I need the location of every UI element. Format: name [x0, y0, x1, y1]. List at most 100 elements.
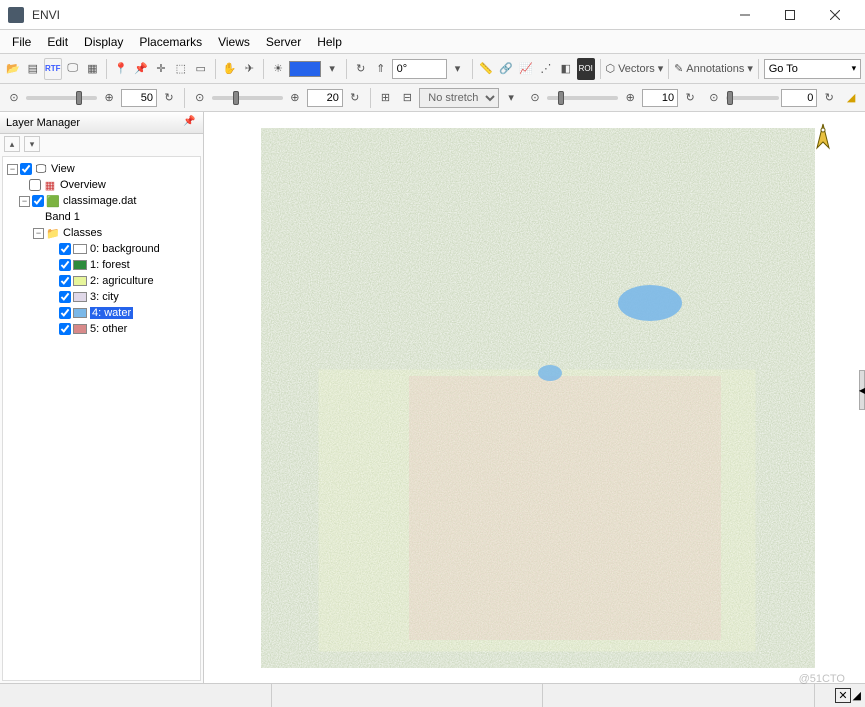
tree-node-file[interactable]: − 🟩 classimage.dat	[7, 193, 196, 209]
zoom-target2-button[interactable]: ⊕	[285, 87, 305, 109]
zoom-fit-button[interactable]: ⊙	[4, 87, 24, 109]
refresh-button-2[interactable]: ↻	[345, 87, 365, 109]
zoom-target-button[interactable]: ⊕	[99, 87, 119, 109]
collapse-icon[interactable]: −	[7, 164, 18, 175]
zoom-target3-button[interactable]: ⊕	[620, 87, 640, 109]
menu-edit[interactable]: Edit	[39, 32, 76, 52]
zoom-slider-2[interactable]	[212, 96, 283, 100]
tree-class-agriculture[interactable]: 2: agriculture	[7, 273, 196, 289]
menu-help[interactable]: Help	[309, 32, 350, 52]
data-manager-button[interactable]: ▤	[24, 58, 42, 80]
pin-button[interactable]: 📌	[132, 58, 150, 80]
zoom-slider-4[interactable]	[726, 96, 780, 100]
class-checkbox[interactable]	[59, 323, 71, 335]
zoom-fit3-button[interactable]: ⊙	[525, 87, 545, 109]
view-icon: 🖵	[34, 163, 48, 175]
separator	[668, 59, 669, 79]
collapse-icon[interactable]: −	[19, 196, 30, 207]
rotate-button[interactable]: ↻	[352, 58, 370, 80]
refresh-button-4[interactable]: ↻	[819, 87, 839, 109]
goto-input[interactable]: Go To▾	[764, 59, 861, 79]
refresh-button-3[interactable]: ↻	[680, 87, 700, 109]
class-color-swatch	[73, 324, 87, 334]
color-swatch[interactable]	[289, 61, 321, 77]
region-button[interactable]: ▭	[192, 58, 210, 80]
class-color-swatch	[73, 276, 87, 286]
refresh-button-1[interactable]: ↻	[159, 87, 179, 109]
fly-button[interactable]: ✈	[240, 58, 258, 80]
layer-tree[interactable]: − 🖵 View ▦ Overview − 🟩 classimage.dat	[2, 156, 201, 681]
close-button[interactable]	[812, 0, 857, 30]
tree-class-forest[interactable]: 1: forest	[7, 257, 196, 273]
close-small-icon[interactable]: ✕	[835, 688, 850, 703]
tree-node-classes[interactable]: − 📁 Classes	[7, 225, 196, 241]
class-checkbox[interactable]	[59, 291, 71, 303]
rotation-dropdown[interactable]: ▾	[449, 58, 467, 80]
stretch-dropdown[interactable]: ▾	[501, 87, 521, 109]
menu-server[interactable]: Server	[258, 32, 309, 52]
tree-class-other[interactable]: 5: other	[7, 321, 196, 337]
class-checkbox[interactable]	[59, 243, 71, 255]
file-checkbox[interactable]	[32, 195, 44, 207]
contrast-button[interactable]: ◧	[557, 58, 575, 80]
tree-node-overview[interactable]: ▦ Overview	[7, 177, 196, 193]
cursor-value-button[interactable]: 📍	[112, 58, 130, 80]
pin-icon[interactable]: 📌	[183, 116, 197, 130]
resize-grip-icon[interactable]: ◢	[853, 689, 861, 702]
menubar: File Edit Display Placemarks Views Serve…	[0, 30, 865, 54]
rtf-button[interactable]: RTF	[44, 58, 62, 80]
tree-node-view[interactable]: − 🖵 View	[7, 161, 196, 177]
zoom-value-3[interactable]	[642, 89, 678, 107]
vectors-dropdown[interactable]: ⬡ Vectors ▾	[605, 62, 663, 75]
rotation-input[interactable]	[392, 59, 447, 79]
link-button[interactable]: 🔗	[497, 58, 515, 80]
zoom-value-2[interactable]	[307, 89, 343, 107]
crosshair-button[interactable]: ✛	[152, 58, 170, 80]
collapse-icon[interactable]: −	[33, 228, 44, 239]
profile-button[interactable]: 📈	[517, 58, 535, 80]
zoom-fit2-button[interactable]: ⊙	[190, 87, 210, 109]
scatter-button[interactable]: ⋰	[537, 58, 555, 80]
map-viewport[interactable]	[204, 112, 865, 683]
menu-file[interactable]: File	[4, 32, 39, 52]
stretch-select[interactable]: No stretch	[419, 88, 499, 108]
color-dropdown-button[interactable]: ▾	[323, 58, 341, 80]
maximize-button[interactable]	[767, 0, 812, 30]
north-up-button[interactable]: ⇑	[372, 58, 390, 80]
chip-button[interactable]: ▦	[84, 58, 102, 80]
minimize-button[interactable]	[722, 0, 767, 30]
zoom-fit4-button[interactable]: ⊙	[704, 87, 724, 109]
open-file-button[interactable]: 📂	[4, 58, 22, 80]
class-checkbox[interactable]	[59, 307, 71, 319]
class-label: 5: other	[90, 323, 127, 335]
zoom-slider-3[interactable]	[547, 96, 618, 100]
expand-button[interactable]: ▾	[24, 136, 40, 152]
zoom-slider-1[interactable]	[26, 96, 97, 100]
brightness-button[interactable]: ☀	[269, 58, 287, 80]
zoom-value-4[interactable]	[781, 89, 817, 107]
right-collapse-handle[interactable]: ◀	[859, 370, 865, 410]
collapse-button[interactable]: ▴	[4, 136, 20, 152]
histogram-button[interactable]: ⊞	[376, 87, 396, 109]
tree-class-background[interactable]: 0: background	[7, 241, 196, 257]
class-checkbox[interactable]	[59, 275, 71, 287]
menu-placemarks[interactable]: Placemarks	[131, 32, 210, 52]
view-checkbox[interactable]	[20, 163, 32, 175]
menu-display[interactable]: Display	[76, 32, 131, 52]
overview-checkbox[interactable]	[29, 179, 41, 191]
tree-class-water[interactable]: 4: water	[7, 305, 196, 321]
menu-views[interactable]: Views	[210, 32, 258, 52]
pan-button[interactable]: ✋	[221, 58, 239, 80]
roi-button[interactable]: ROI	[577, 58, 595, 80]
select-button[interactable]: ⬚	[172, 58, 190, 80]
display-button[interactable]: 🖵	[64, 58, 82, 80]
histogram2-button[interactable]: ⊟	[397, 87, 417, 109]
annotations-dropdown[interactable]: ✎ Annotations ▾	[674, 62, 753, 75]
tree-node-band[interactable]: Band 1	[7, 209, 196, 225]
mask-button[interactable]: ◢	[841, 87, 861, 109]
zoom-value-1[interactable]	[121, 89, 157, 107]
class-checkbox[interactable]	[59, 259, 71, 271]
measure-button[interactable]: 📏	[477, 58, 495, 80]
classified-map-image	[255, 128, 815, 668]
tree-class-city[interactable]: 3: city	[7, 289, 196, 305]
